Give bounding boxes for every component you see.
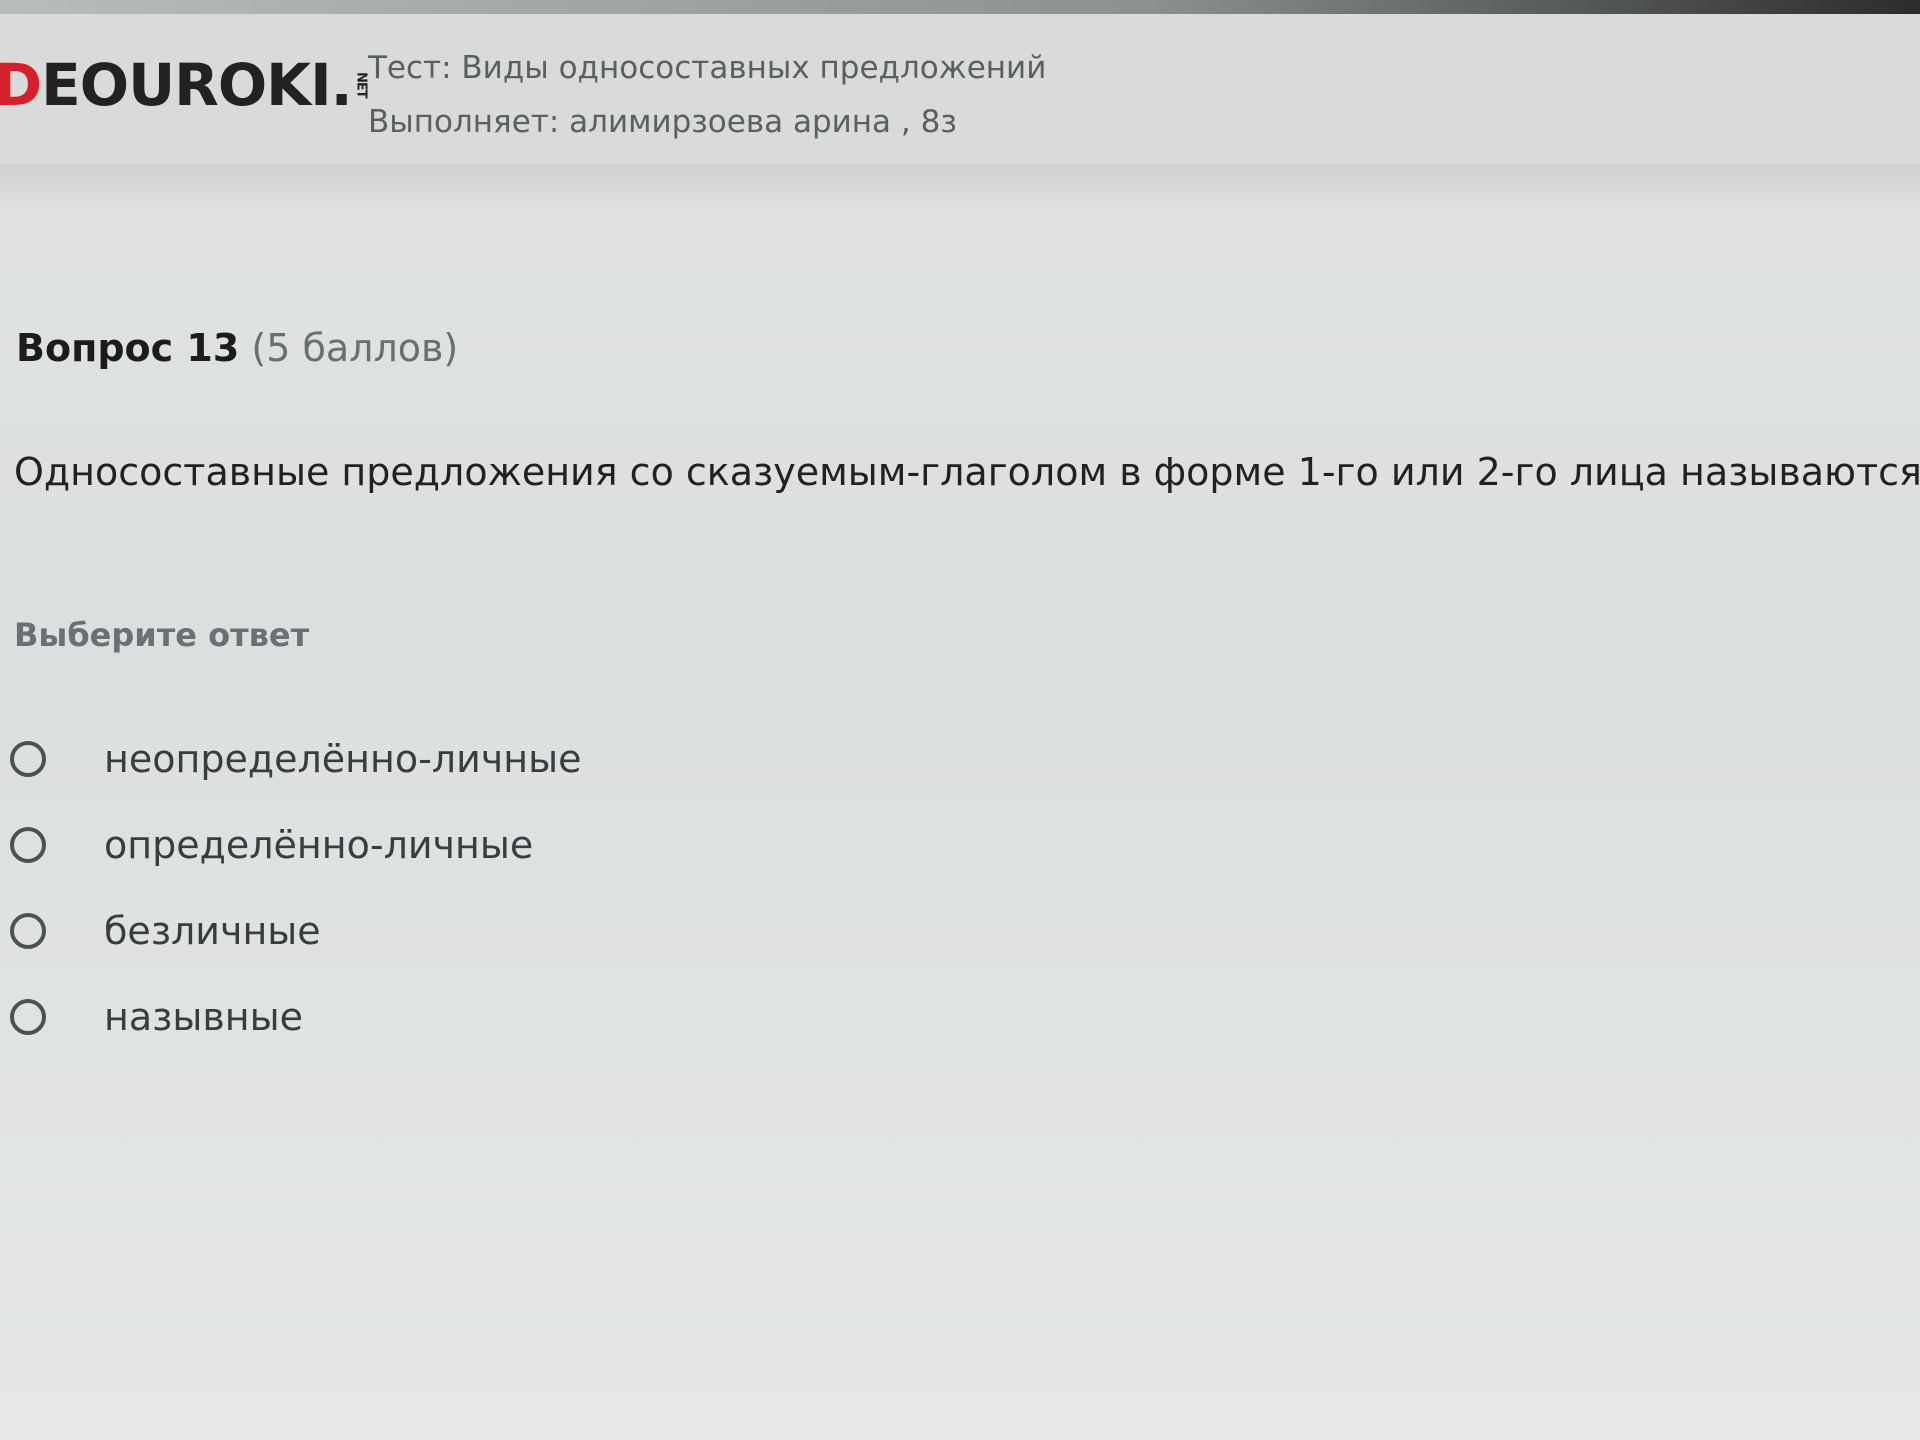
answer-option[interactable]: неопределённо-личные [10,716,910,802]
question-number: Вопрос 13 [16,326,240,370]
question-points: (5 баллов) [251,326,459,370]
radio-button[interactable] [10,741,46,777]
option-label: определённо-личные [104,823,534,867]
answer-options: неопределённо-личные определённо-личные … [10,716,910,1060]
answer-option[interactable]: назывные [10,974,910,1060]
question-text: Односоставные предложения со сказуемым-г… [14,450,1920,494]
test-performer: Выполняет: алимирзоева арина , 8з [368,104,957,140]
answer-option[interactable]: определённо-личные [10,802,910,888]
logo-tld: NET [353,72,369,98]
radio-button[interactable] [10,913,46,949]
top-strip [0,0,1920,14]
header-divider [0,164,1920,212]
test-title: Тест: Виды односоставных предложений [368,50,1047,86]
option-label: назывные [104,995,303,1039]
logo-prefix: D [0,51,42,119]
radio-button[interactable] [10,999,46,1035]
option-label: неопределённо-личные [104,737,582,781]
page-header: D EOUROKI. NET Тест: Виды односоставных пр… [0,14,1920,164]
radio-button[interactable] [10,827,46,863]
option-label: безличные [104,909,321,953]
answer-option[interactable]: безличные [10,888,910,974]
question-heading: Вопрос 13 (5 баллов) [16,326,458,370]
logo-dot: . [330,51,353,119]
logo-main: EOUROKI [41,51,332,119]
answer-prompt: Выберите ответ [14,616,310,654]
site-logo[interactable]: D EOUROKI. NET [0,50,369,120]
